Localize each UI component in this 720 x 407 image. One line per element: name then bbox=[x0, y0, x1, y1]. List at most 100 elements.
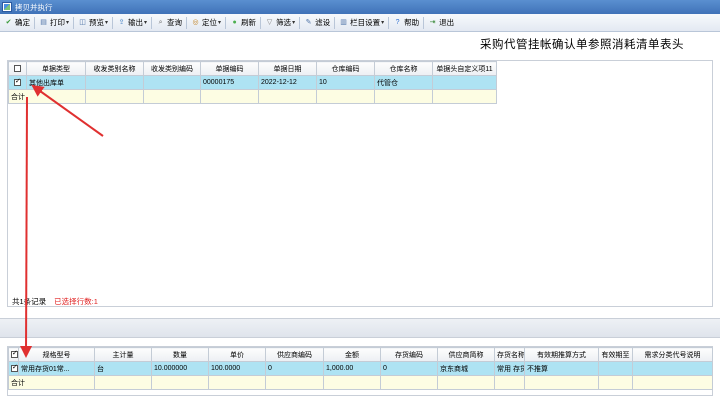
header-cell[interactable] bbox=[85, 75, 144, 90]
detail-column-header[interactable]: 有效期推算方式 bbox=[524, 347, 599, 362]
sum-cell bbox=[85, 89, 144, 104]
detail-column-header[interactable]: 主计量 bbox=[94, 347, 152, 362]
detail-column-header[interactable]: 需求分类代号说明 bbox=[632, 347, 713, 362]
row-select-cell[interactable] bbox=[8, 361, 19, 376]
detail-column-header[interactable]: 有效期至 bbox=[598, 347, 633, 362]
header-cell[interactable]: 其他出库单 bbox=[26, 75, 86, 90]
detail-column-header[interactable]: 供应商简称 bbox=[437, 347, 495, 362]
toolbar-filter-settings-button[interactable]: ✎ 滤设 bbox=[302, 16, 332, 30]
detail-cell[interactable]: 台 bbox=[94, 361, 152, 376]
header-cell[interactable]: 00000175 bbox=[200, 75, 259, 90]
toolbar-query-button[interactable]: ⌕ 查询 bbox=[154, 16, 184, 30]
header-select-all[interactable] bbox=[8, 61, 27, 76]
detail-cell[interactable]: 常用存货01常... bbox=[18, 361, 95, 376]
header-column-header[interactable]: 仓库名称 bbox=[374, 61, 433, 76]
sum-cell bbox=[380, 375, 438, 390]
header-column-header[interactable]: 收发类别编码 bbox=[143, 61, 201, 76]
detail-cell[interactable] bbox=[632, 361, 713, 376]
sum-label: 合计 bbox=[8, 375, 95, 390]
row-select-cell[interactable] bbox=[8, 75, 27, 90]
select-all-checkbox[interactable] bbox=[14, 64, 21, 72]
toolbar-separator bbox=[34, 16, 35, 29]
detail-table-row[interactable]: 常用存货01常...台10.000000100.000001,000.000京东… bbox=[8, 361, 713, 376]
window-title: 拷贝并执行 bbox=[15, 2, 53, 12]
header-cell[interactable] bbox=[432, 75, 497, 90]
detail-cell[interactable] bbox=[598, 361, 633, 376]
toolbar-separator bbox=[112, 16, 114, 29]
detail-cell[interactable]: 1,000.00 bbox=[323, 361, 381, 376]
detail-column-header[interactable]: 金额 bbox=[323, 347, 381, 362]
header-column-header[interactable]: 单据编码 bbox=[200, 61, 259, 76]
header-column-header[interactable]: 单据类型 bbox=[26, 61, 86, 76]
preview-icon: ◫ bbox=[79, 19, 86, 26]
detail-column-header[interactable]: 单价 bbox=[208, 347, 266, 362]
toolbar-locate-button[interactable]: ◎ 定位 ▾ bbox=[189, 16, 223, 30]
header-grid-panel: 单据类型 收发类别名称 收发类别编码 单据编码 单据日期 仓库编码 仓库名称 单据头自定义项1… bbox=[7, 60, 713, 307]
header-cell[interactable] bbox=[143, 75, 201, 90]
toolbar-exit-button[interactable]: ⇥ 退出 bbox=[426, 16, 456, 30]
header-table-row[interactable]: 其他出库单 000001752022-12-1210代管仓 bbox=[8, 75, 497, 90]
dropdown-caret-icon[interactable]: ▾ bbox=[66, 19, 69, 26]
filter-settings-icon: ✎ bbox=[305, 19, 312, 26]
toolbar-confirm-button[interactable]: ✔ 确定 bbox=[2, 16, 32, 30]
detail-cell[interactable]: 常用 存货01 bbox=[494, 361, 525, 376]
toolbar-label: 帮助 bbox=[404, 18, 420, 27]
toolbar-separator bbox=[388, 16, 390, 29]
detail-column-header[interactable]: 供应商编码 bbox=[265, 347, 324, 362]
detail-cell[interactable]: 0 bbox=[380, 361, 438, 376]
title-bar: 拷贝并执行 bbox=[0, 0, 720, 14]
toolbar-refresh-button[interactable]: ● 刷新 bbox=[228, 16, 258, 30]
toolbar-separator bbox=[151, 16, 153, 29]
dropdown-caret-icon[interactable]: ▾ bbox=[292, 19, 295, 26]
toolbar-label: 查询 bbox=[167, 18, 183, 27]
dropdown-caret-icon[interactable]: ▾ bbox=[218, 19, 221, 26]
detail-cell[interactable]: 0 bbox=[265, 361, 324, 376]
sum-cell bbox=[323, 375, 381, 390]
header-column-header[interactable]: 仓库编码 bbox=[316, 61, 375, 76]
refresh-icon: ● bbox=[232, 19, 237, 26]
detail-cell[interactable]: 10.000000 bbox=[151, 361, 209, 376]
sum-label: 合计 bbox=[8, 89, 86, 104]
detail-select-all[interactable] bbox=[8, 347, 19, 362]
header-cell[interactable]: 2022-12-12 bbox=[258, 75, 317, 90]
dropdown-caret-icon[interactable]: ▾ bbox=[381, 19, 384, 26]
row-checkbox[interactable] bbox=[14, 77, 21, 86]
help-icon: ? bbox=[395, 19, 400, 26]
dropdown-caret-icon[interactable]: ▾ bbox=[105, 19, 108, 26]
toolbar-help-button[interactable]: ? 帮助 bbox=[391, 16, 421, 30]
row-checkbox[interactable] bbox=[11, 363, 18, 372]
toolbar-column-settings-button[interactable]: ▥ 栏目设置 ▾ bbox=[337, 16, 386, 30]
detail-cell[interactable]: 不推算 bbox=[524, 361, 599, 376]
sum-cell bbox=[143, 89, 201, 104]
toolbar-preview-button[interactable]: ◫ 预览 ▾ bbox=[76, 16, 110, 30]
toolbar-separator bbox=[73, 16, 75, 29]
header-grid: 单据类型 收发类别名称 收发类别编码 单据编码 单据日期 仓库编码 仓库名称 单据头自定义项1… bbox=[8, 61, 497, 104]
toolbar-label: 定位 bbox=[202, 18, 218, 27]
detail-column-header[interactable]: 规格型号 bbox=[18, 347, 95, 362]
status-bar: 共1条记录 已选择行数:1 bbox=[8, 296, 98, 307]
toolbar-print-button[interactable]: ▤ 打印 ▾ bbox=[37, 16, 71, 30]
header-column-header[interactable]: 单据头自定义项11 bbox=[432, 61, 497, 76]
panel-divider[interactable] bbox=[0, 318, 720, 338]
header-cell[interactable]: 代管仓 bbox=[374, 75, 433, 90]
detail-column-header[interactable]: 存货编码 bbox=[380, 347, 438, 362]
detail-cell[interactable]: 京东商城 bbox=[437, 361, 495, 376]
select-all-checkbox[interactable] bbox=[11, 349, 18, 358]
toolbar-label: 确定 bbox=[15, 18, 30, 27]
toolbar-filter-button[interactable]: ▽ 筛选 ▾ bbox=[263, 16, 297, 30]
toolbar-label: 退出 bbox=[439, 18, 455, 27]
header-column-header[interactable]: 单据日期 bbox=[258, 61, 317, 76]
detail-cell[interactable]: 100.0000 bbox=[208, 361, 266, 376]
dropdown-caret-icon[interactable]: ▾ bbox=[144, 19, 147, 26]
sum-cell bbox=[632, 375, 713, 390]
header-cell[interactable]: 10 bbox=[316, 75, 375, 90]
sum-cell bbox=[598, 375, 633, 390]
toolbar-label: 栏目设置 bbox=[350, 18, 381, 27]
header-column-header[interactable]: 收发类别名称 bbox=[85, 61, 144, 76]
toolbar-separator bbox=[334, 16, 336, 29]
document-title: 采购代管挂帐确认单参照消耗清单表头 bbox=[480, 39, 684, 51]
sum-cell bbox=[200, 89, 259, 104]
detail-column-header[interactable]: 数量 bbox=[151, 347, 209, 362]
detail-column-header[interactable]: 存货名称 bbox=[494, 347, 525, 362]
toolbar-export-button[interactable]: ⇪ 输出 ▾ bbox=[115, 16, 149, 30]
